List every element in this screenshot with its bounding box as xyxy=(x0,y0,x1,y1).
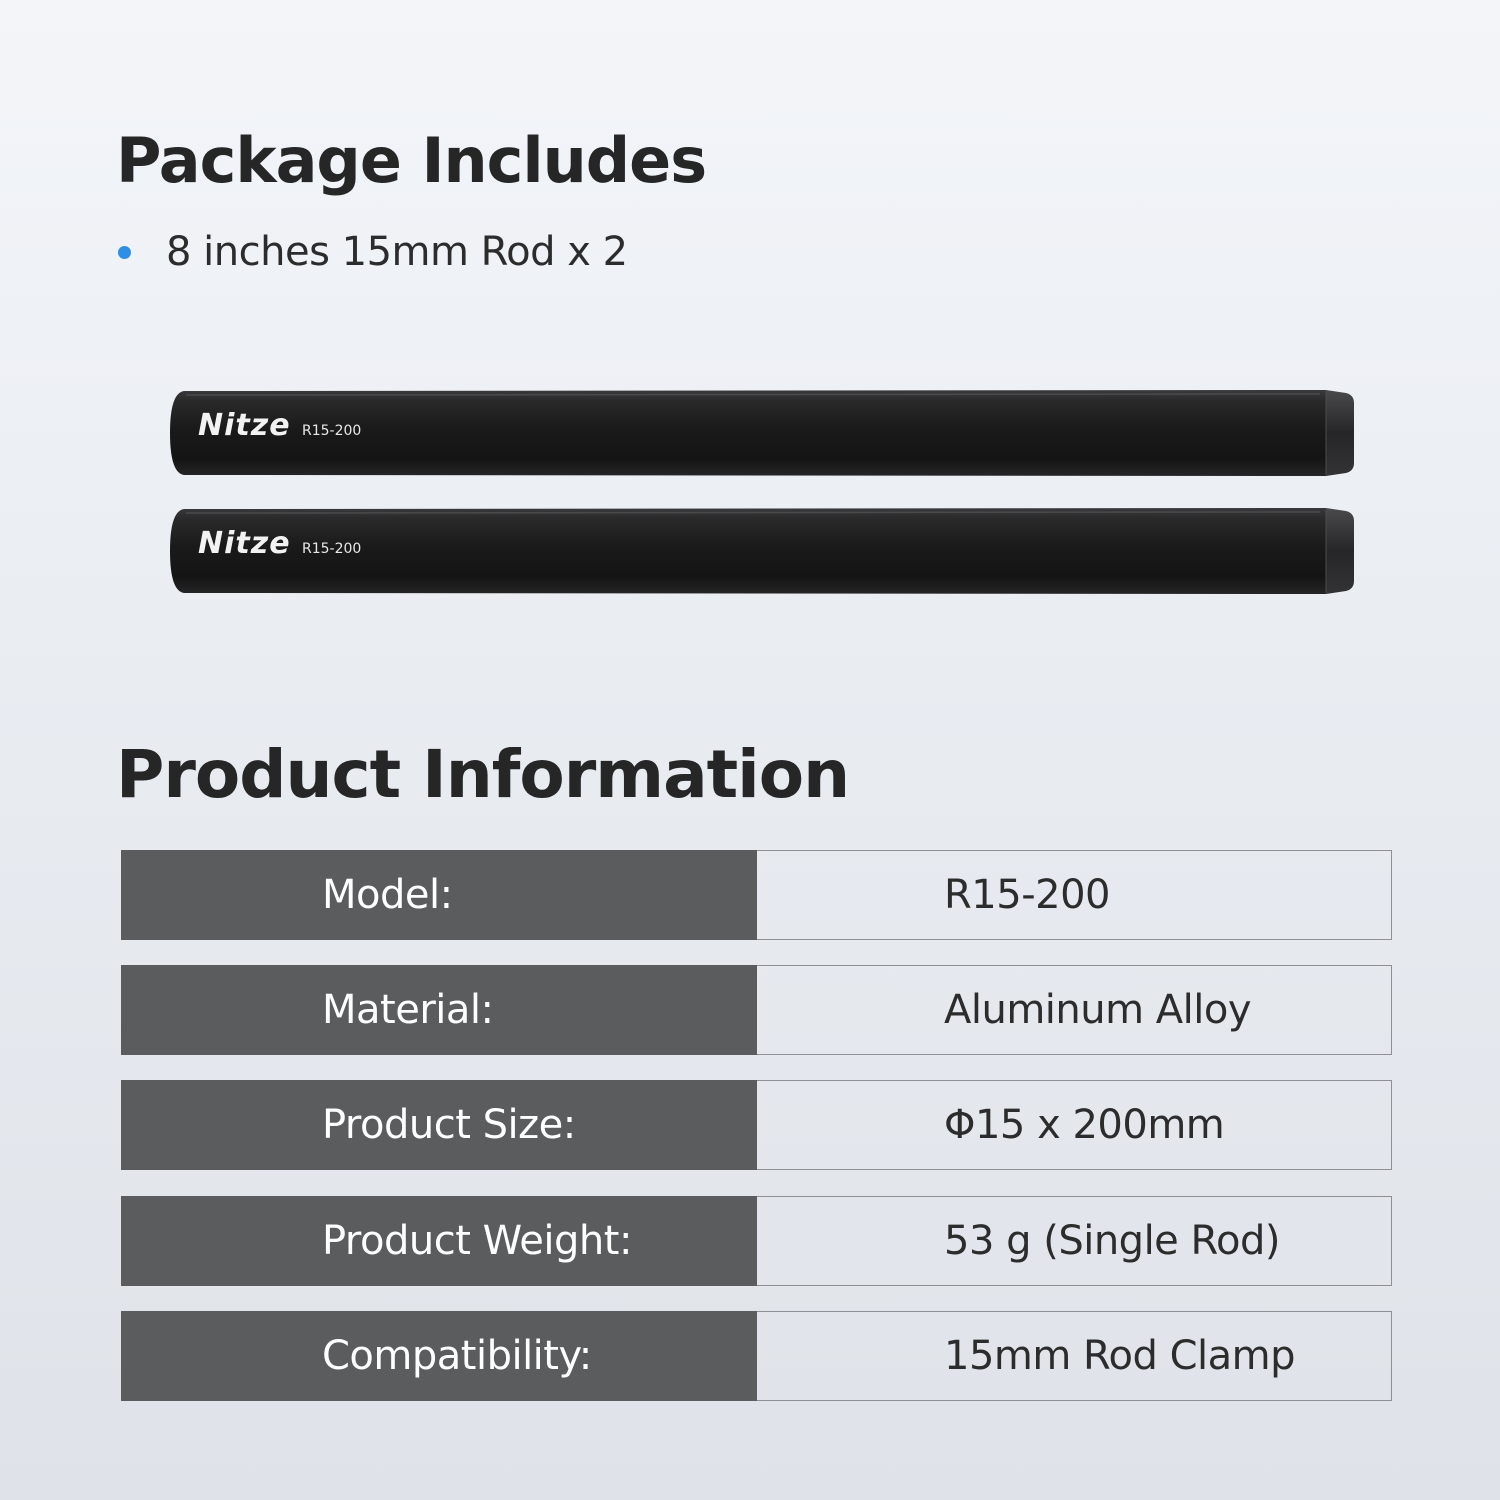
spec-value-cell: R15-200 xyxy=(757,850,1392,940)
spec-row-material: Material: Aluminum Alloy xyxy=(121,965,1392,1055)
spec-row-product-size: Product Size: Φ15 x 200mm xyxy=(121,1080,1392,1170)
spec-value: Φ15 x 200mm xyxy=(944,1102,1225,1148)
spec-label: Product Weight: xyxy=(322,1218,632,1264)
spec-value-cell: Φ15 x 200mm xyxy=(757,1080,1392,1170)
spec-label-cell: Product Size: xyxy=(121,1080,757,1170)
spec-row-product-weight: Product Weight: 53 g (Single Rod) xyxy=(121,1196,1392,1286)
rod-image: Nitze R15-200 xyxy=(170,507,1356,595)
package-includes-title: Package Includes xyxy=(116,124,707,197)
spec-value: R15-200 xyxy=(944,872,1110,918)
spec-label-cell: Material: xyxy=(121,965,757,1055)
spec-value: 53 g (Single Rod) xyxy=(944,1218,1280,1264)
spec-row-compatibility: Compatibility: 15mm Rod Clamp xyxy=(121,1311,1392,1401)
rod-brand-logo: Nitze xyxy=(198,408,291,443)
spec-label: Compatibility: xyxy=(322,1333,592,1379)
spec-label: Material: xyxy=(322,987,494,1033)
rod-model-label: R15-200 xyxy=(302,423,362,439)
product-information-title: Product Information xyxy=(116,736,850,813)
spec-value: 15mm Rod Clamp xyxy=(944,1333,1296,1379)
spec-label-cell: Product Weight: xyxy=(121,1196,757,1286)
spec-label: Model: xyxy=(322,872,453,918)
spec-value: Aluminum Alloy xyxy=(944,987,1252,1033)
spec-value-cell: Aluminum Alloy xyxy=(757,965,1392,1055)
rod-image: Nitze R15-200 xyxy=(170,389,1356,477)
spec-value-cell: 53 g (Single Rod) xyxy=(757,1196,1392,1286)
spec-value-cell: 15mm Rod Clamp xyxy=(757,1311,1392,1401)
spec-label-cell: Compatibility: xyxy=(121,1311,757,1401)
spec-row-model: Model: R15-200 xyxy=(121,850,1392,940)
package-item-text: 8 inches 15mm Rod x 2 xyxy=(166,229,628,275)
bullet-icon xyxy=(118,245,131,259)
rod-brand-logo: Nitze xyxy=(198,526,291,561)
spec-label: Product Size: xyxy=(322,1102,576,1148)
package-item: 8 inches 15mm Rod x 2 xyxy=(116,226,628,278)
spec-label-cell: Model: xyxy=(121,850,757,940)
rod-model-label: R15-200 xyxy=(302,541,362,557)
